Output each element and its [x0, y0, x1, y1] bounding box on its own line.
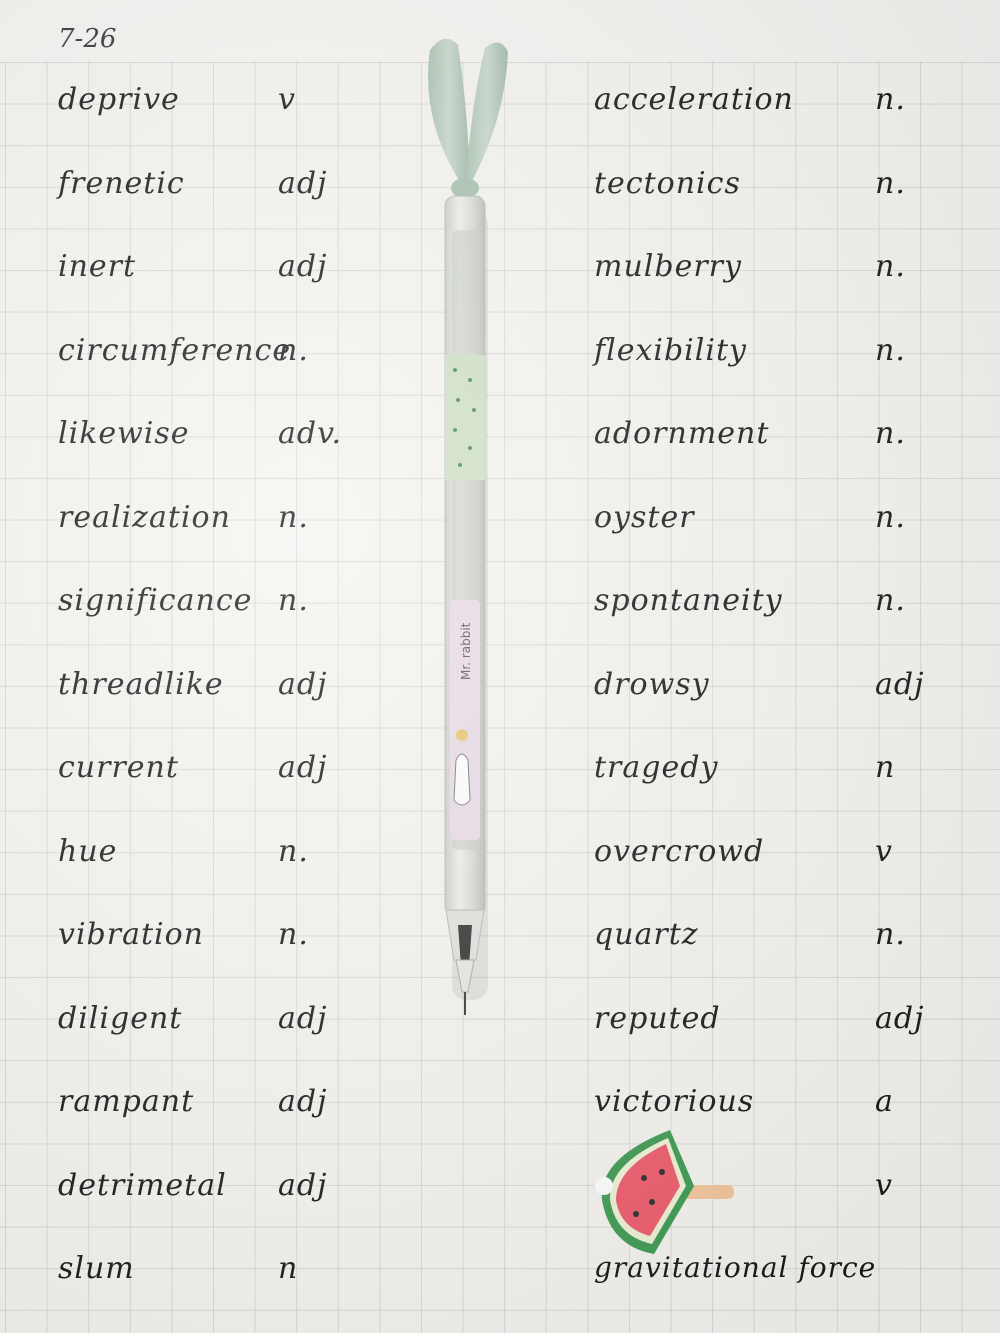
- vocab-row: vibration n.: [48, 917, 378, 1001]
- notebook-page: 7-26 deprive v frenetic adj inert adj circu…: [0, 0, 1000, 1333]
- vocab-row: slum n: [48, 1251, 378, 1333]
- watermelon-popsicle-icon: [595, 1130, 734, 1254]
- vocab-row: spontaneity n.: [590, 583, 950, 667]
- vocab-word: inert: [58, 249, 137, 284]
- vocab-row: gravitational force: [590, 1251, 950, 1333]
- vocab-word: significance: [58, 583, 253, 618]
- vocab-row: threadlike adj: [48, 667, 378, 751]
- vocab-row: diligent adj: [48, 1001, 378, 1085]
- pen-label: Mr. rabbit: [459, 622, 473, 680]
- vocab-word: likewise: [58, 416, 190, 451]
- part-of-speech: n.: [875, 583, 906, 618]
- vocab-word: rampant: [58, 1084, 195, 1119]
- vocab-row: circumference n.: [48, 333, 378, 417]
- part-of-speech: adj: [875, 1000, 925, 1036]
- part-of-speech: adj: [278, 666, 328, 702]
- vocab-word: realization: [58, 499, 231, 535]
- vocab-row: flexibility n.: [590, 333, 950, 417]
- vocab-row: reputed adj: [590, 1001, 950, 1085]
- vocab-word: victorious: [594, 1084, 755, 1119]
- vocab-word: overcrowd: [594, 833, 765, 869]
- vocab-row: oyster n.: [590, 500, 950, 584]
- part-of-speech: a: [875, 1084, 894, 1119]
- part-of-speech: adj: [278, 249, 328, 284]
- vocab-word: current: [58, 750, 179, 785]
- part-of-speech: adj: [278, 165, 328, 201]
- vocab-row: frenetic adj: [48, 166, 378, 250]
- vocab-word: mulberry: [594, 249, 742, 284]
- vocab-word: vibration: [58, 917, 205, 952]
- vocab-row: deprive v: [48, 82, 378, 166]
- part-of-speech: n.: [278, 833, 309, 869]
- vocab-word: slum: [58, 1251, 135, 1286]
- vocab-word: detrimetal: [58, 1167, 227, 1203]
- vocab-word: flexibility: [594, 332, 747, 368]
- part-of-speech: n.: [875, 249, 906, 284]
- vocab-row: overcrowd v: [590, 834, 950, 918]
- vocab-row: hue n.: [48, 834, 378, 918]
- vocab-word: tragedy: [594, 750, 719, 785]
- part-of-speech: adj: [278, 750, 328, 785]
- part-of-speech: v: [875, 1167, 893, 1203]
- vocab-word: drowsy: [594, 666, 710, 702]
- vocab-word: acceleration: [594, 82, 794, 117]
- vocab-word: oyster: [594, 499, 695, 535]
- vocab-row: inert adj: [48, 249, 378, 333]
- part-of-speech: adj: [875, 666, 925, 702]
- vocab-word: spontaneity: [594, 583, 783, 618]
- vocab-row: significance n.: [48, 583, 378, 667]
- part-of-speech: n.: [278, 332, 309, 368]
- part-of-speech: v: [278, 82, 296, 117]
- vocab-row: likewise adv.: [48, 416, 378, 500]
- part-of-speech: n: [875, 750, 896, 785]
- vocab-word: reputed: [594, 1000, 721, 1036]
- vocab-row: drowsy adj: [590, 667, 950, 751]
- vocab-word: circumference: [58, 332, 292, 368]
- part-of-speech: adv.: [278, 416, 343, 451]
- part-of-speech: n.: [278, 583, 309, 618]
- vocab-word: hue: [58, 833, 118, 869]
- part-of-speech: adj: [278, 1084, 328, 1119]
- part-of-speech: n.: [875, 332, 906, 368]
- vocab-row: detrimetal adj: [48, 1168, 378, 1252]
- vocab-word: deprive: [58, 82, 180, 117]
- vocab-row: realization n.: [48, 500, 378, 584]
- vocab-row: quartz n.: [590, 917, 950, 1001]
- vocab-row: tragedy n: [590, 750, 950, 834]
- part-of-speech: v: [875, 833, 893, 869]
- part-of-speech: n.: [875, 165, 906, 201]
- vocab-row: current adj: [48, 750, 378, 834]
- vocab-word: diligent: [58, 1000, 183, 1036]
- part-of-speech: n.: [875, 82, 906, 117]
- vocab-word: adornment: [594, 416, 770, 451]
- vocab-row: tectonics n.: [590, 166, 950, 250]
- part-of-speech: n.: [278, 917, 309, 952]
- vocab-word: tectonics: [594, 165, 741, 201]
- part-of-speech: n: [278, 1251, 299, 1286]
- vocab-word: threadlike: [58, 666, 224, 702]
- part-of-speech: adj: [278, 1000, 328, 1036]
- vocab-row: rampant adj: [48, 1084, 378, 1168]
- part-of-speech: n.: [278, 499, 309, 535]
- part-of-speech: adj: [278, 1167, 328, 1203]
- vocab-row: acceleration n.: [590, 82, 950, 166]
- part-of-speech: n.: [875, 917, 906, 952]
- vocab-row: adornment n.: [590, 416, 950, 500]
- date-heading: 7-26: [58, 24, 117, 54]
- vocab-word: quartz: [594, 917, 699, 952]
- vocab-word: frenetic: [58, 165, 185, 201]
- vocab-row: mulberry n.: [590, 249, 950, 333]
- part-of-speech: n.: [875, 499, 906, 535]
- left-vocab-column: deprive v frenetic adj inert adj circumfere…: [48, 82, 378, 1333]
- part-of-speech: n.: [875, 416, 906, 451]
